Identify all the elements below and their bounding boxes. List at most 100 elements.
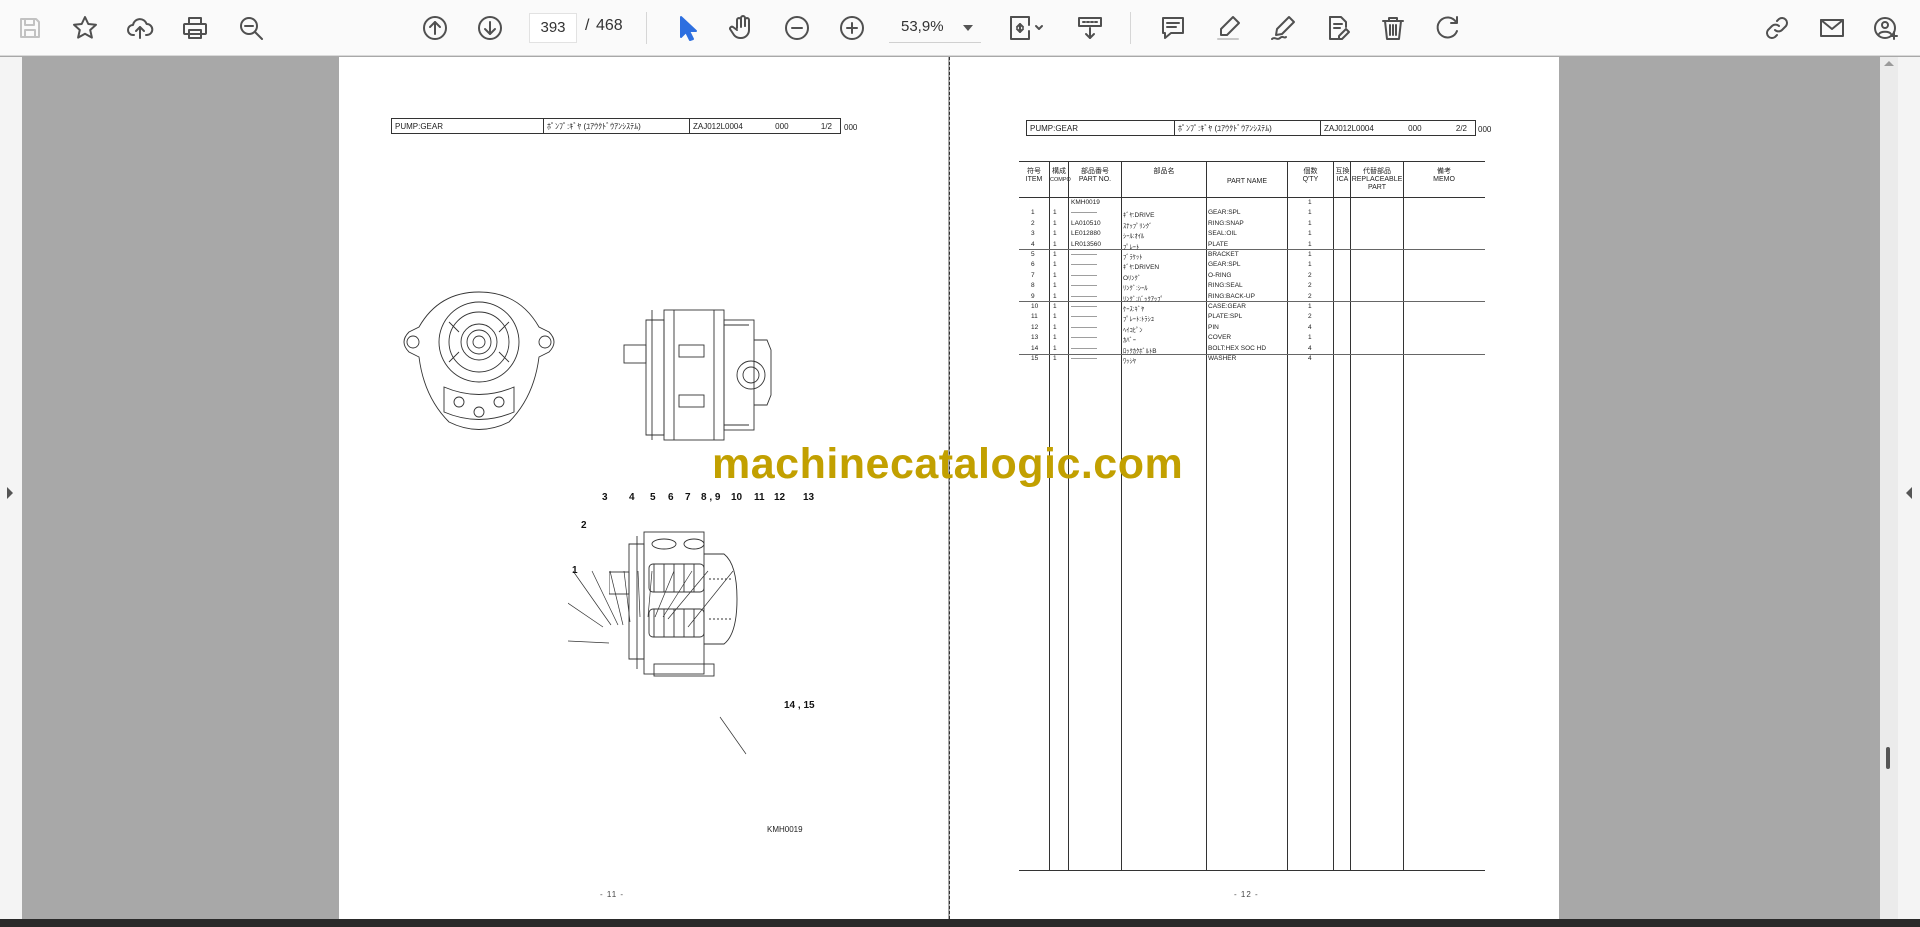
cell-part-name: RING:BACK-UP [1208,292,1255,300]
cell-qty: 4 [1308,344,1312,352]
right-panel-toggle[interactable] [1898,57,1920,927]
delete-trash-icon[interactable] [1373,8,1413,48]
cell-compo: 1 [1053,271,1057,279]
diagram-code: KMH0019 [767,825,803,834]
chevron-right-icon [7,487,13,499]
callout-label: 12 [774,492,786,503]
table-row: 13 1 ———— ｶﾊﾞｰ COVER 1 [1019,333,1485,344]
cell-part-name: O-RING [1208,271,1232,279]
cell-compo: 1 [1053,323,1057,331]
cell-qty: 1 [1308,199,1312,206]
cell-qty: 1 [1308,303,1312,310]
scroll-mode-icon[interactable] [1070,8,1110,48]
callout-label: 13 [803,492,815,503]
callout-label: 7 [685,492,691,503]
cell-part-no: KMH0019 [1071,199,1100,206]
draw-pen-icon[interactable] [1263,8,1303,48]
header-jp-title: ﾎﾟﾝﾌﾟ:ｷﾞﾔ (ﾕｱｳｸﾄﾞｳｱﾝｼｽﾃﾑ) [1178,123,1272,133]
cell-item: 12 [1031,323,1039,331]
header-rev: 000 [1408,123,1422,133]
cell-part-no: ———— [1071,313,1097,321]
scroll-thumb[interactable] [1886,747,1890,769]
table-row: 2 1 LA010510 ｽﾅｯﾌﾟﾘﾝｸﾞ RING:SNAP 1 [1019,219,1485,230]
cell-item: 10 [1031,303,1039,310]
cell-item: 2 [1031,219,1035,227]
col-qty: 個数 Q'TY [1302,168,1319,183]
redo-icon[interactable] [1428,8,1468,48]
cell-part-name: PLATE:SPL [1208,313,1243,321]
header-jp-title: ﾎﾟﾝﾌﾟ:ｷﾞﾔ (ﾕｱｳｸﾄﾞｳｱﾝｼｽﾃﾑ) [547,121,641,131]
cell-qty: 1 [1308,240,1312,248]
comment-icon[interactable] [1153,8,1193,48]
next-page-icon[interactable] [470,8,510,48]
cell-qty: 4 [1308,323,1312,331]
previous-page-icon[interactable] [415,8,455,48]
cell-qty: 1 [1308,334,1312,342]
left-panel-toggle[interactable] [0,57,22,927]
account-icon[interactable] [1866,8,1906,48]
share-link-icon[interactable] [1757,8,1797,48]
page-number-input[interactable]: 393 [529,13,577,43]
cell-part-no: ———— [1071,261,1097,269]
upload-cloud-icon[interactable] [120,8,160,48]
vertical-scrollbar[interactable] [1880,57,1898,919]
search-zoom-icon[interactable] [231,8,271,48]
table-row: 6 1 ———— ｷﾞﾔ:DRIVEN GEAR:SPL 1 [1019,260,1485,271]
scroll-up-icon[interactable] [1884,61,1894,66]
table-row: 14 1 ———— ﾛｯｸｶｸﾎﾞﾙﾄB BOLT:HEX SOC HD 4 [1019,344,1485,355]
cell-compo: 1 [1053,292,1057,300]
cell-part-no: ———— [1071,209,1097,217]
cell-compo: 1 [1053,219,1057,227]
toolbar-divider [646,12,647,44]
col-part-no: 部品番号 PART NO. [1078,168,1112,183]
cell-compo: 1 [1053,344,1057,352]
callout-label: 1 [572,565,578,576]
select-cursor-icon[interactable] [667,8,707,48]
zoom-level-select[interactable]: 53,9% [889,13,981,43]
cell-compo: 1 [1053,282,1057,290]
callout-label: 5 [650,492,656,503]
toolbar-divider [1130,12,1131,44]
save-icon[interactable] [10,8,50,48]
cell-part-name: CASE:GEAR [1208,303,1246,310]
cell-item: 6 [1031,261,1035,269]
callout-label: 6 [668,492,674,503]
cell-part-no: LE012880 [1071,230,1101,238]
cell-item: 8 [1031,282,1035,290]
callout-label: 14 , 15 [784,700,815,711]
cell-part-name: GEAR:SPL [1208,261,1241,269]
edit-document-icon[interactable] [1318,8,1358,48]
cell-compo: 1 [1053,261,1057,269]
table-row: KMH0019 1 [1019,198,1485,208]
header-title: PUMP:GEAR [1030,123,1079,133]
print-icon[interactable] [175,8,215,48]
email-icon[interactable] [1812,8,1852,48]
hand-tool-icon[interactable] [722,8,762,48]
page-fit-icon[interactable] [1000,8,1052,48]
cell-compo: 1 [1053,209,1057,217]
parts-header-box: PUMP:GEAR ﾎﾟﾝﾌﾟ:ｷﾞﾔ (ﾕｱｳｸﾄﾞｳｱﾝｼｽﾃﾑ) ZAJ0… [1026,120,1476,136]
table-row: 4 1 LR013560 ﾌﾟﾚｰﾄ PLATE 1 [1019,240,1485,251]
chevron-left-icon [1906,487,1912,499]
header-rev: 000 [775,121,789,131]
highlight-pen-icon[interactable] [1208,8,1248,48]
table-row: 12 1 ———— ﾍｲｺﾋﾟﾝ PIN 4 [1019,323,1485,334]
zoom-in-icon[interactable] [832,8,872,48]
table-row: 15 1 ———— ﾜｯｼﾔ WASHER 4 [1019,354,1485,365]
callout-label: 2 [581,520,587,531]
bookmark-star-icon[interactable] [65,8,105,48]
zoom-out-icon[interactable] [777,8,817,48]
col-ica: 互換 ICA [1335,168,1350,183]
cell-qty: 2 [1308,282,1312,290]
cell-qty: 1 [1308,230,1312,238]
page-number-right: - 12 - [1234,890,1259,899]
cell-item: 14 [1031,344,1039,352]
cell-item: 9 [1031,292,1035,300]
page-number-left: - 11 - [600,890,625,899]
cell-part-name: BOLT:HEX SOC HD [1208,344,1267,352]
pump-side-view-drawing [623,309,772,441]
table-row: 1 1 ———— ｷﾞﾔ:DRIVE GEAR:SPL 1 [1019,208,1485,219]
cell-item: 15 [1031,355,1039,362]
cell-part-no: ———— [1071,271,1097,279]
zoom-level-value: 53,9% [901,18,944,35]
